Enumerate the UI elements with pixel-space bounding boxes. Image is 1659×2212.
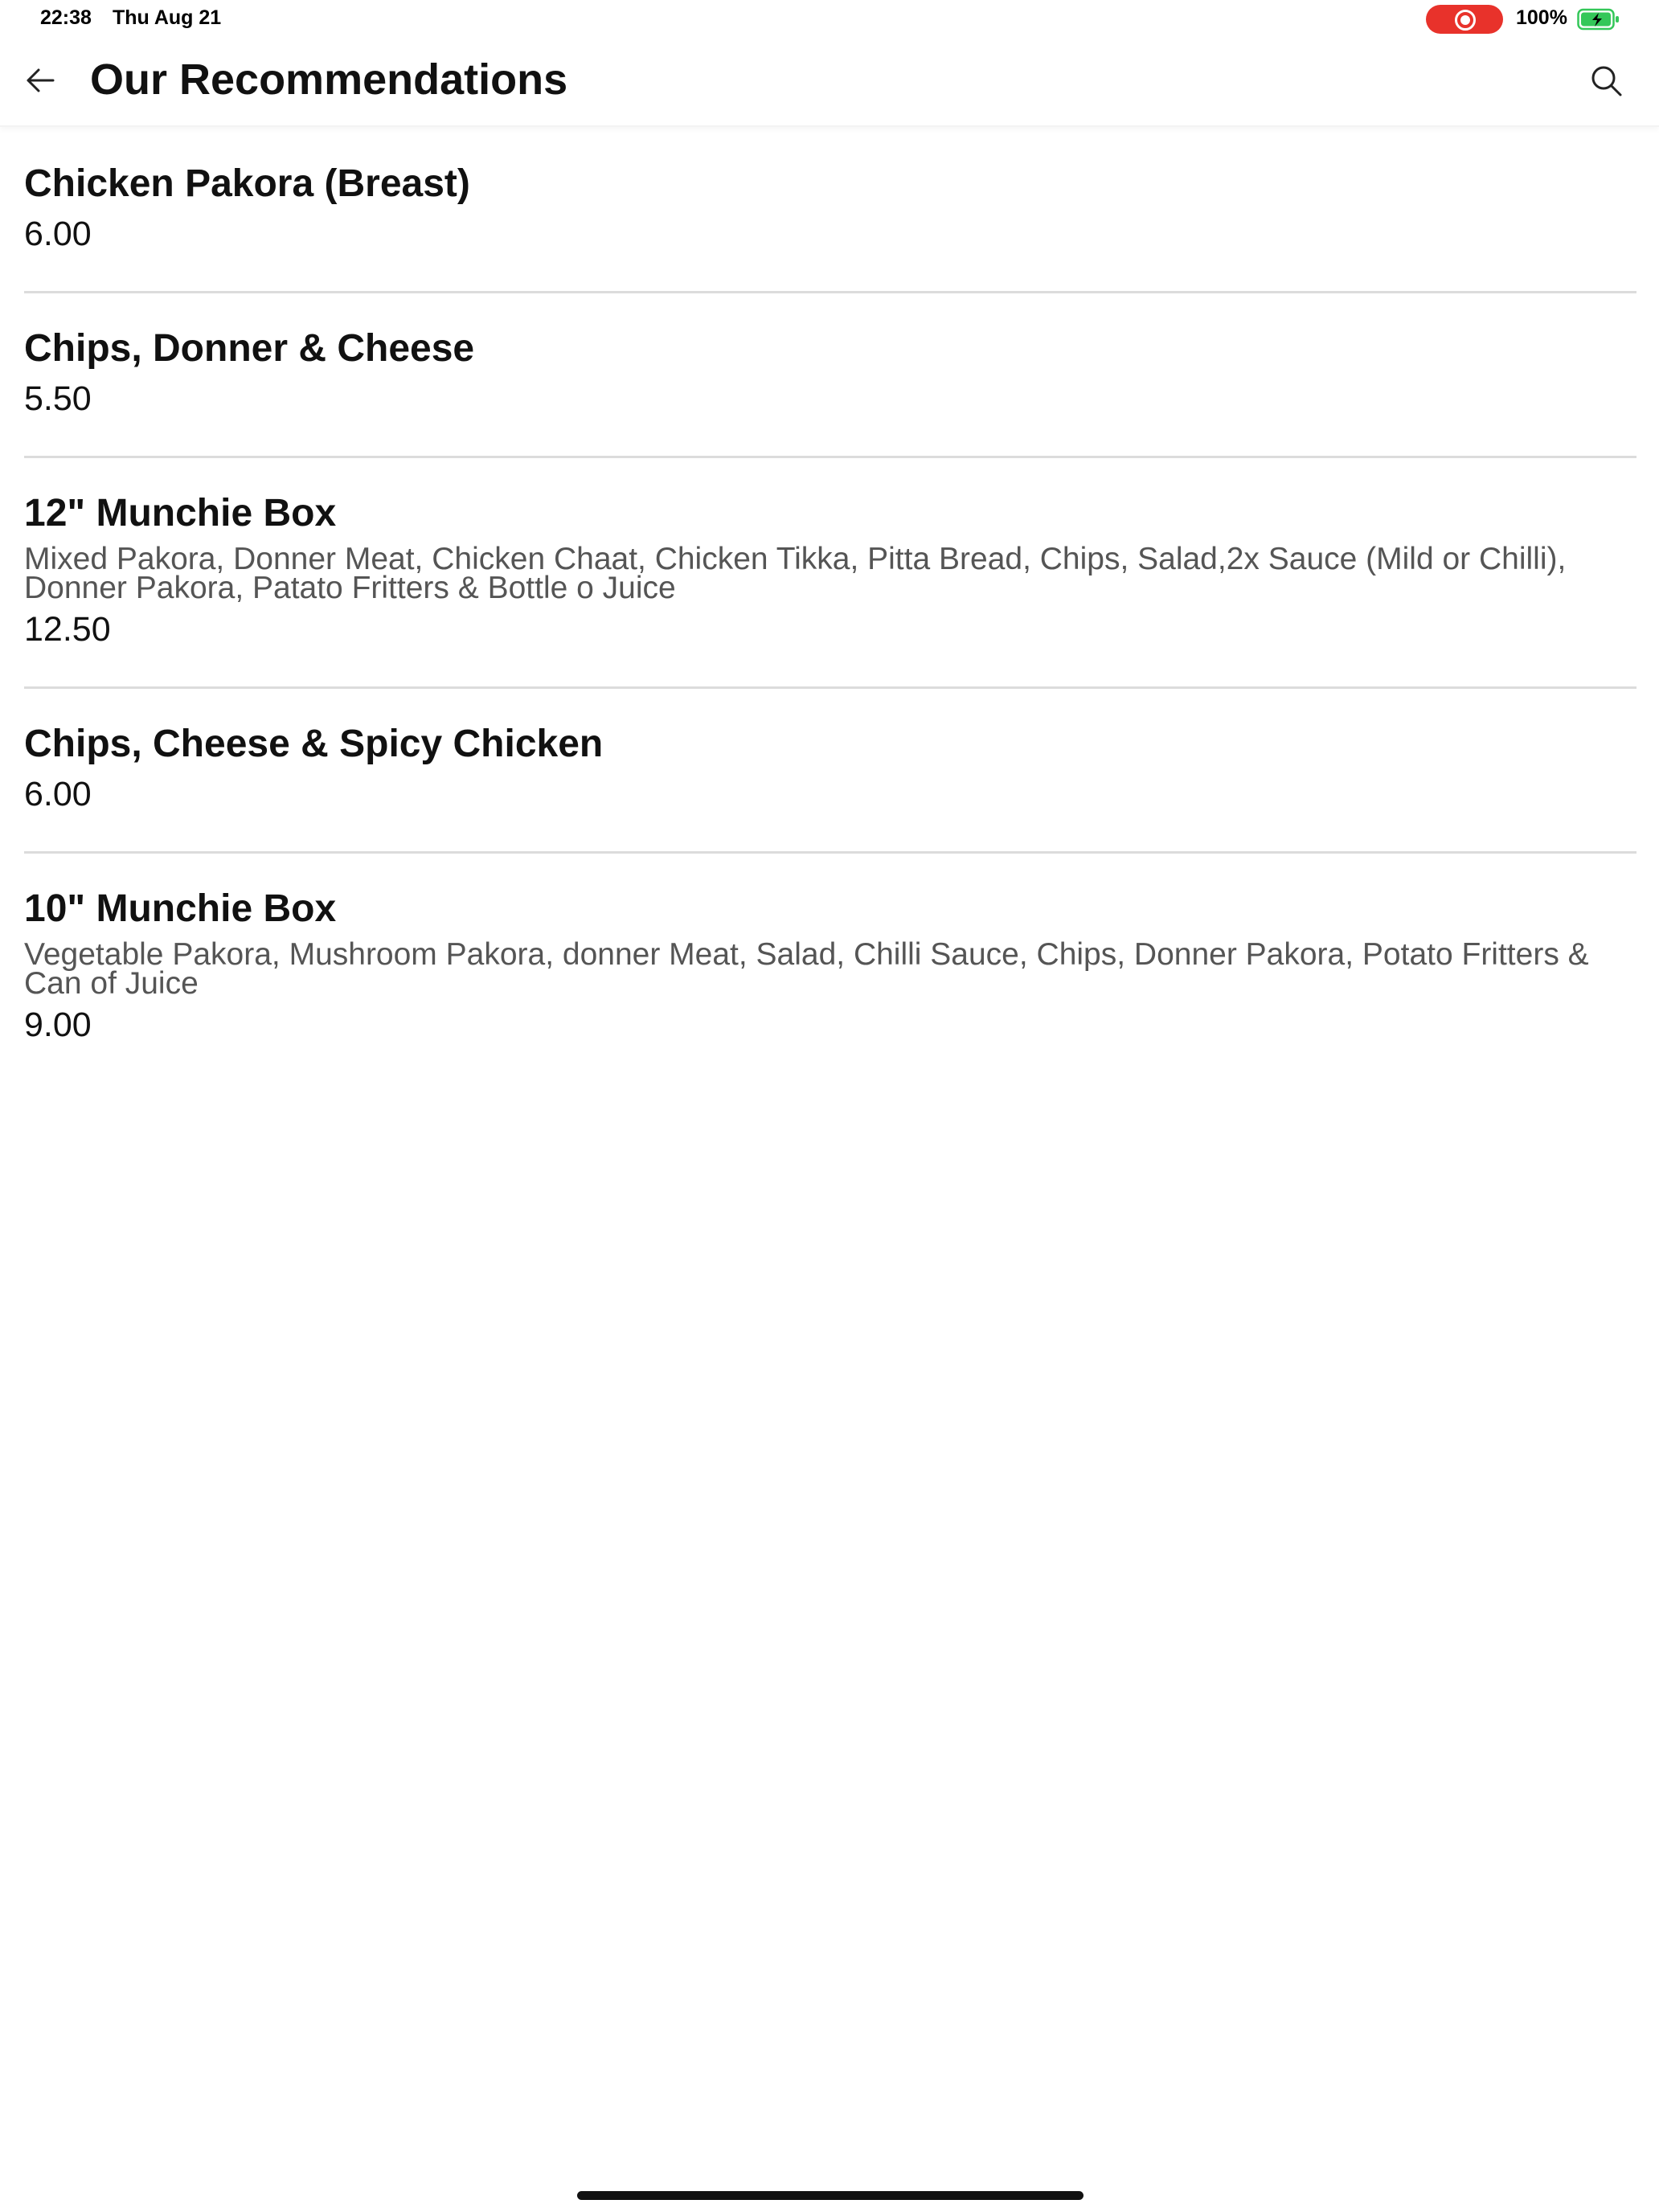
status-time: 22:38	[40, 6, 92, 29]
item-description: Vegetable Pakora, Mushroom Pakora, donne…	[24, 937, 1589, 1001]
item-price: 9.00	[24, 1006, 92, 1044]
item-price: 6.00	[24, 775, 92, 813]
search-icon[interactable]	[1588, 63, 1625, 100]
menu-item[interactable]: Chicken Pakora (Breast) 6.00	[24, 129, 1636, 293]
arrow-left-icon[interactable]	[21, 61, 59, 100]
page-title: Our Recommendations	[90, 55, 568, 104]
battery-charging-icon	[1577, 8, 1619, 31]
app-header: Our Recommendations	[0, 37, 1659, 127]
menu-item[interactable]: Chips, Donner & Cheese 5.50	[24, 293, 1636, 458]
item-name: Chips, Donner & Cheese	[24, 327, 475, 370]
item-description: Mixed Pakora, Donner Meat, Chicken Chaat…	[24, 542, 1567, 605]
battery-percent: 100%	[1516, 6, 1567, 29]
recommendations-list: Chicken Pakora (Breast) 6.00 Chips, Donn…	[24, 129, 1636, 1082]
item-price: 5.50	[24, 379, 92, 418]
item-name: Chips, Cheese & Spicy Chicken	[24, 723, 604, 765]
menu-item[interactable]: Chips, Cheese & Spicy Chicken 6.00	[24, 689, 1636, 854]
screen-record-icon[interactable]	[1426, 5, 1503, 34]
item-name: Chicken Pakora (Breast)	[24, 162, 470, 205]
menu-item[interactable]: 10" Munchie Box Vegetable Pakora, Mushro…	[24, 854, 1636, 1082]
item-price: 6.00	[24, 215, 92, 253]
item-name: 12" Munchie Box	[24, 492, 337, 535]
home-indicator[interactable]	[577, 2191, 1083, 2200]
record-dot	[1460, 15, 1470, 25]
status-bar: 22:38 Thu Aug 21 100%	[0, 0, 1659, 37]
status-date: Thu Aug 21	[113, 6, 222, 29]
menu-item[interactable]: 12" Munchie Box Mixed Pakora, Donner Mea…	[24, 458, 1636, 689]
item-name: 10" Munchie Box	[24, 887, 337, 930]
item-price: 12.50	[24, 610, 111, 649]
